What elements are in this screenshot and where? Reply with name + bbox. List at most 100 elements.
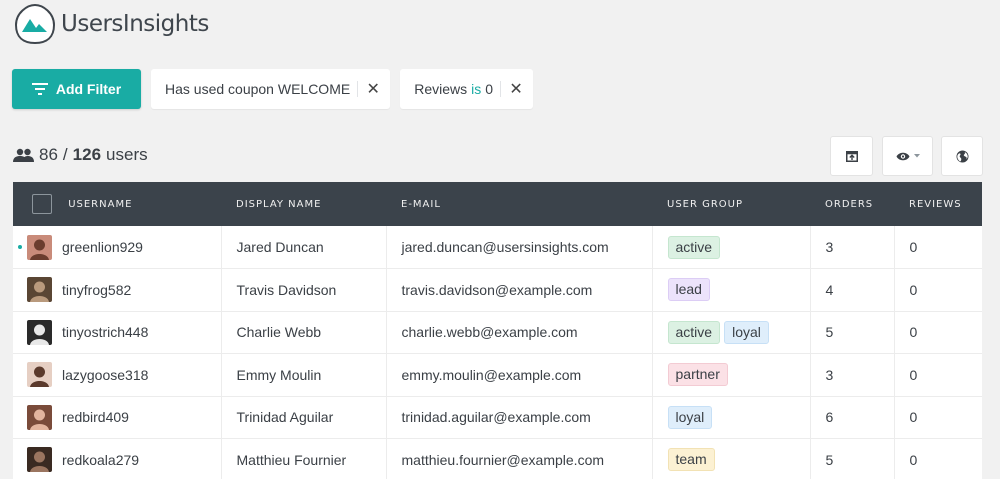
filtered-count: 86 bbox=[39, 145, 58, 164]
eye-icon bbox=[896, 152, 909, 160]
avatar[interactable] bbox=[27, 362, 52, 388]
cell-reviews: 0 bbox=[909, 451, 918, 468]
table-row[interactable]: tinyostrich448 Charlie Webb charlie.webb… bbox=[13, 311, 982, 354]
avatar[interactable] bbox=[27, 277, 52, 303]
username-cell: tinyostrich448 bbox=[27, 319, 220, 345]
user-count: 86 / 126 users bbox=[13, 145, 148, 165]
user-group-badge[interactable]: active bbox=[667, 320, 721, 344]
table-header-row: Username Display Name E-mail User Group … bbox=[13, 182, 982, 226]
cell-email: travis.davidson@example.com bbox=[386, 268, 653, 311]
chevron-down-icon bbox=[913, 154, 920, 158]
filter-chip-reviews[interactable]: Reviews is 0 ✕ bbox=[400, 69, 534, 109]
app-name: UsersInsights bbox=[61, 11, 209, 37]
filter-chip-coupon[interactable]: Has used coupon WELCOME ✕ bbox=[151, 69, 391, 109]
cell-display-name: Matthieu Fournier bbox=[221, 438, 387, 479]
column-header-username[interactable]: Username bbox=[13, 182, 221, 226]
avatar[interactable] bbox=[27, 447, 52, 473]
cell-orders: 5 bbox=[810, 311, 895, 354]
column-header-orders[interactable]: Orders bbox=[810, 182, 894, 226]
user-group-badge[interactable]: lead bbox=[667, 278, 710, 302]
columns-visibility-button[interactable] bbox=[882, 136, 933, 176]
cell-email: jared.duncan@usersinsights.com bbox=[386, 226, 653, 269]
username-cell: greenlion929 bbox=[18, 234, 220, 260]
filter-chip-text: Has used coupon WELCOME bbox=[165, 81, 351, 97]
column-label: Username bbox=[68, 199, 133, 210]
cell-user-group: partner bbox=[652, 353, 811, 396]
cell-username: tinyfrog582 bbox=[13, 268, 222, 311]
cell-username: tinyostrich448 bbox=[13, 311, 222, 354]
filter-icon bbox=[31, 83, 48, 95]
cell-reviews: 0 bbox=[909, 409, 918, 426]
chip-divider bbox=[500, 81, 502, 97]
column-header-user-group[interactable]: User Group bbox=[652, 182, 810, 226]
username-cell: lazygoose318 bbox=[27, 362, 220, 388]
cell-email: matthieu.fournier@example.com bbox=[386, 438, 653, 479]
column-header-email[interactable]: E-mail bbox=[386, 182, 652, 226]
username[interactable]: greenlion929 bbox=[62, 239, 143, 255]
table-row[interactable]: tinyfrog582 Travis Davidson travis.david… bbox=[13, 268, 982, 311]
cell-orders: 3 bbox=[810, 226, 895, 269]
filter-chip-value: 0 bbox=[485, 81, 494, 97]
avatar[interactable] bbox=[27, 234, 52, 260]
add-filter-button[interactable]: Add Filter bbox=[12, 69, 141, 109]
cell-display-name: Emmy Moulin bbox=[221, 353, 387, 396]
cell-reviews: 0 bbox=[909, 281, 918, 298]
cell-user-group: loyal bbox=[652, 396, 811, 439]
user-group-badge[interactable]: loyal bbox=[724, 320, 769, 344]
avatar[interactable] bbox=[27, 404, 52, 430]
cell-orders: 5 bbox=[810, 438, 895, 479]
app-logo[interactable]: UsersInsights bbox=[13, 3, 209, 45]
filter-chip-field: Reviews bbox=[414, 81, 468, 97]
column-header-reviews[interactable]: Reviews bbox=[894, 182, 982, 226]
cell-orders: 4 bbox=[810, 268, 895, 311]
table-row[interactable]: greenlion929 Jared Duncan jared.duncan@u… bbox=[13, 226, 982, 269]
cell-display-name: Trinidad Aguilar bbox=[221, 396, 387, 439]
user-group-badge[interactable]: team bbox=[667, 448, 715, 472]
cell-email: charlie.webb@example.com bbox=[386, 311, 653, 354]
cell-username: redkoala279 bbox=[13, 438, 222, 479]
column-header-display-name[interactable]: Display Name bbox=[221, 182, 386, 226]
cell-reviews: 0 bbox=[909, 366, 918, 383]
username[interactable]: tinyostrich448 bbox=[62, 324, 148, 340]
chip-divider bbox=[357, 81, 359, 97]
username-cell: redbird409 bbox=[27, 404, 220, 430]
logo-mountain-icon bbox=[14, 3, 56, 45]
map-view-button[interactable] bbox=[941, 136, 983, 176]
username[interactable]: lazygoose318 bbox=[62, 367, 148, 383]
table-row[interactable]: redbird409 Trinidad Aguilar trinidad.agu… bbox=[13, 396, 982, 439]
table-row[interactable]: redkoala279 Matthieu Fournier matthieu.f… bbox=[13, 438, 982, 479]
cell-username: redbird409 bbox=[13, 396, 222, 439]
close-icon[interactable]: ✕ bbox=[509, 82, 523, 98]
count-unit: users bbox=[106, 145, 148, 164]
cell-display-name: Travis Davidson bbox=[221, 268, 387, 311]
username[interactable]: tinyfrog582 bbox=[62, 282, 131, 298]
globe-icon bbox=[956, 150, 968, 162]
close-icon[interactable]: ✕ bbox=[366, 82, 380, 98]
cell-display-name: Jared Duncan bbox=[221, 226, 387, 269]
user-group-badge[interactable]: loyal bbox=[667, 405, 713, 429]
cell-reviews: 0 bbox=[909, 324, 918, 341]
cell-email: trinidad.aguilar@example.com bbox=[386, 396, 653, 439]
online-indicator bbox=[18, 245, 22, 249]
user-group-badge[interactable]: partner bbox=[667, 363, 728, 387]
cell-username: lazygoose318 bbox=[13, 353, 222, 396]
cell-orders: 6 bbox=[810, 396, 895, 439]
cell-username: greenlion929 bbox=[13, 226, 222, 269]
cell-reviews: 0 bbox=[909, 239, 918, 255]
avatar[interactable] bbox=[27, 319, 52, 345]
export-button[interactable] bbox=[830, 136, 873, 176]
export-icon bbox=[845, 150, 858, 162]
cell-user-group: lead bbox=[652, 268, 811, 311]
select-all-checkbox[interactable] bbox=[32, 194, 52, 214]
count-separator: / bbox=[62, 145, 68, 164]
add-filter-label: Add Filter bbox=[55, 81, 122, 97]
cell-orders: 3 bbox=[810, 353, 895, 396]
users-table: Username Display Name E-mail User Group … bbox=[13, 182, 982, 479]
user-group-badge[interactable]: active bbox=[667, 235, 721, 259]
table-row[interactable]: lazygoose318 Emmy Moulin emmy.moulin@exa… bbox=[13, 353, 982, 396]
filter-bar: Add Filter Has used coupon WELCOME ✕ Rev… bbox=[12, 69, 534, 109]
filter-chip-operator: is bbox=[471, 81, 482, 97]
username[interactable]: redkoala279 bbox=[62, 452, 139, 468]
username[interactable]: redbird409 bbox=[62, 409, 129, 425]
cell-user-group: team bbox=[652, 438, 811, 479]
